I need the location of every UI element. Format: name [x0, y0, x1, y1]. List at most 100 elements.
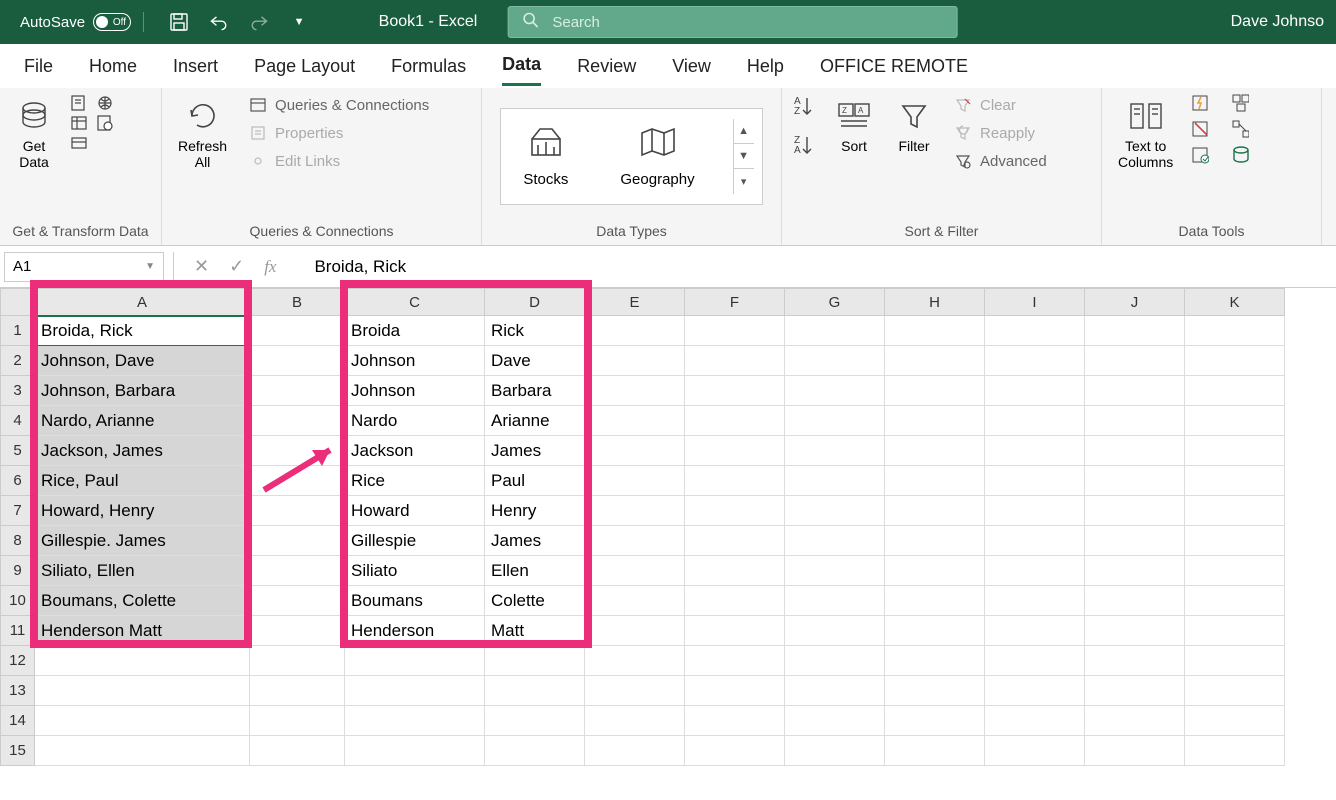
cell[interactable]: [1085, 676, 1185, 706]
cell[interactable]: [250, 646, 345, 676]
toggle-switch[interactable]: Off: [93, 13, 131, 31]
col-header-a[interactable]: A: [35, 288, 250, 316]
cell[interactable]: [1085, 406, 1185, 436]
cell[interactable]: [685, 406, 785, 436]
cell[interactable]: [685, 616, 785, 646]
cell[interactable]: [785, 706, 885, 736]
refresh-all-button[interactable]: Refresh All: [172, 94, 233, 174]
cell[interactable]: [250, 436, 345, 466]
cell[interactable]: [785, 316, 885, 346]
cell[interactable]: [1085, 496, 1185, 526]
cell[interactable]: [1085, 526, 1185, 556]
cell[interactable]: Rice, Paul: [35, 466, 250, 496]
cell[interactable]: Broida, Rick: [35, 316, 250, 346]
text-to-columns-button[interactable]: Text to Columns: [1112, 94, 1179, 174]
cell[interactable]: [785, 406, 885, 436]
get-data-button[interactable]: Get Data: [10, 94, 58, 174]
cell[interactable]: Jackson, James: [35, 436, 250, 466]
cell[interactable]: [1085, 556, 1185, 586]
cell[interactable]: [685, 586, 785, 616]
geography-type[interactable]: Geography: [606, 121, 708, 192]
remove-duplicates-icon[interactable]: [1191, 120, 1209, 138]
col-header-e[interactable]: E: [585, 288, 685, 316]
row-header[interactable]: 13: [0, 676, 35, 706]
cell[interactable]: [885, 736, 985, 766]
name-box[interactable]: A1 ▼: [4, 252, 164, 282]
cell[interactable]: [585, 556, 685, 586]
cell[interactable]: [785, 436, 885, 466]
cell[interactable]: James: [485, 436, 585, 466]
cell[interactable]: [1185, 376, 1285, 406]
cell[interactable]: [985, 736, 1085, 766]
cell[interactable]: [1085, 346, 1185, 376]
cell[interactable]: [585, 586, 685, 616]
cell[interactable]: Barbara: [485, 376, 585, 406]
cell[interactable]: [885, 466, 985, 496]
cell[interactable]: [585, 436, 685, 466]
cell[interactable]: [885, 376, 985, 406]
cell[interactable]: [985, 376, 1085, 406]
cell[interactable]: [985, 346, 1085, 376]
cell[interactable]: [250, 706, 345, 736]
cell[interactable]: [685, 496, 785, 526]
cell[interactable]: [1085, 376, 1185, 406]
cell[interactable]: [785, 556, 885, 586]
cell[interactable]: [985, 406, 1085, 436]
cell[interactable]: [585, 346, 685, 376]
tab-home[interactable]: Home: [89, 48, 137, 85]
cell[interactable]: [885, 406, 985, 436]
cell[interactable]: [250, 526, 345, 556]
cell[interactable]: [985, 526, 1085, 556]
cell[interactable]: [585, 376, 685, 406]
cell[interactable]: [685, 436, 785, 466]
cell[interactable]: [685, 646, 785, 676]
cell[interactable]: [685, 316, 785, 346]
cell[interactable]: [585, 316, 685, 346]
cell[interactable]: Nardo: [345, 406, 485, 436]
data-types-gallery[interactable]: Stocks Geography ▲ ▼ ▾: [500, 108, 762, 205]
cell[interactable]: Siliato: [345, 556, 485, 586]
cell[interactable]: [1185, 346, 1285, 376]
consolidate-icon[interactable]: [1231, 94, 1249, 112]
cell[interactable]: [345, 676, 485, 706]
cell[interactable]: [485, 736, 585, 766]
cell[interactable]: [485, 706, 585, 736]
cell[interactable]: [585, 706, 685, 736]
qat-customize-icon[interactable]: ▼: [288, 11, 310, 33]
flash-fill-icon[interactable]: [1191, 94, 1209, 112]
cell[interactable]: [785, 676, 885, 706]
cell[interactable]: [685, 736, 785, 766]
cell[interactable]: [885, 556, 985, 586]
advanced-filter-button[interactable]: Advanced: [950, 150, 1051, 172]
cell[interactable]: Johnson, Dave: [35, 346, 250, 376]
data-model-icon[interactable]: [1231, 146, 1249, 164]
cell[interactable]: Johnson, Barbara: [35, 376, 250, 406]
cell[interactable]: [985, 676, 1085, 706]
cell[interactable]: [785, 496, 885, 526]
cell[interactable]: [485, 676, 585, 706]
cell[interactable]: [1085, 616, 1185, 646]
cell[interactable]: [585, 406, 685, 436]
cell[interactable]: [785, 646, 885, 676]
stocks-type[interactable]: Stocks: [509, 121, 582, 192]
cell[interactable]: [250, 736, 345, 766]
recent-sources-icon[interactable]: [96, 114, 114, 132]
row-header[interactable]: 8: [0, 526, 35, 556]
cell[interactable]: Siliato, Ellen: [35, 556, 250, 586]
gallery-up-icon[interactable]: ▲: [734, 119, 754, 144]
data-validation-icon[interactable]: [1191, 146, 1209, 164]
tab-file[interactable]: File: [24, 48, 53, 85]
cell[interactable]: [1185, 586, 1285, 616]
cell[interactable]: [250, 586, 345, 616]
from-table-icon[interactable]: [70, 114, 88, 132]
cell[interactable]: Nardo, Arianne: [35, 406, 250, 436]
existing-connections-icon[interactable]: [70, 134, 88, 152]
cell[interactable]: Ellen: [485, 556, 585, 586]
accept-formula-icon[interactable]: ✓: [229, 256, 244, 277]
cell[interactable]: [885, 496, 985, 526]
cell[interactable]: [985, 706, 1085, 736]
cell[interactable]: [685, 376, 785, 406]
cell[interactable]: [485, 646, 585, 676]
cell[interactable]: [985, 466, 1085, 496]
cell[interactable]: [1185, 316, 1285, 346]
